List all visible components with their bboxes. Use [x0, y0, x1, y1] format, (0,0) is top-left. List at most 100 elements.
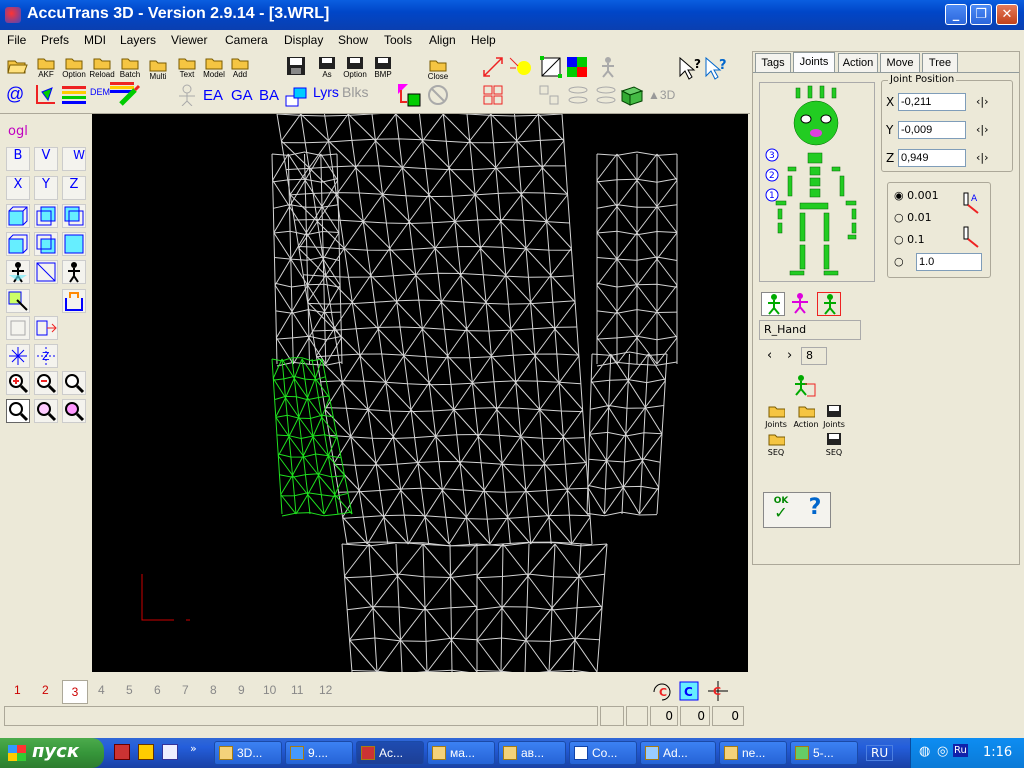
menu-help[interactable]: Help [471, 33, 496, 47]
view-cube-3-button[interactable] [62, 204, 86, 228]
volume-icon[interactable]: ◍ [919, 744, 930, 759]
save-bmp-button[interactable]: BMP [371, 56, 395, 79]
view-cube-5-button[interactable] [34, 232, 58, 256]
minimize-button[interactable]: _ [945, 4, 967, 25]
rotate-y-button[interactable]: Y [34, 176, 58, 200]
step-0001-radio[interactable]: ◉ 0.001 [894, 189, 939, 202]
model-button[interactable]: Model [200, 56, 228, 79]
color-select-button[interactable] [396, 82, 422, 110]
save-seq-button[interactable]: SEQ [819, 432, 849, 457]
task-9[interactable]: 9.... [285, 741, 353, 765]
load-action-button[interactable]: Action [791, 404, 821, 429]
view-cube-7-button[interactable] [34, 260, 58, 284]
context-help-button[interactable]: ? [704, 56, 730, 82]
next-joint-button[interactable]: › [787, 348, 792, 363]
x-stepper[interactable]: ‹|› [976, 95, 989, 108]
frame-6[interactable]: 6 [154, 683, 161, 697]
task-accutrans[interactable]: Ac... [356, 741, 424, 765]
rotate-w-button[interactable]: W [62, 147, 86, 171]
menu-camera[interactable]: Camera [225, 33, 268, 47]
view-cube-4-button[interactable] [6, 232, 30, 256]
joint-z-input[interactable] [898, 149, 966, 167]
task-5[interactable]: 5-... [790, 741, 858, 765]
blks-button[interactable]: Blks [342, 84, 368, 100]
frame-12[interactable]: 12 [319, 683, 332, 697]
green-cube-button[interactable] [620, 83, 646, 109]
open-option-button[interactable]: Option [60, 56, 88, 79]
tab-move[interactable]: Move [880, 53, 920, 72]
start-button[interactable]: пуск [0, 738, 104, 768]
ga-button[interactable]: GA [231, 87, 253, 104]
axis-x-button[interactable] [6, 344, 30, 368]
step-001-radio[interactable]: ○ 0.01 [894, 211, 932, 224]
prev-joint-button[interactable]: ‹ [767, 348, 772, 363]
box-arrow-button[interactable] [34, 316, 58, 340]
zoom-pink-1-button[interactable] [34, 399, 58, 423]
tab-joints[interactable]: Joints [793, 52, 835, 73]
ea-button[interactable]: EA [203, 87, 223, 104]
tab-tree[interactable]: Tree [922, 53, 958, 72]
multi-button[interactable]: Multi [145, 58, 171, 81]
save-as-button[interactable]: As [314, 56, 340, 79]
figure-anim-button[interactable] [596, 56, 618, 80]
open-akf-button[interactable]: AKF [34, 56, 58, 79]
frame-11[interactable]: 11 [291, 683, 303, 697]
quick-launch-icon-3[interactable] [162, 744, 178, 760]
task-co[interactable]: Co... [569, 741, 637, 765]
y-stepper[interactable]: ‹|› [976, 123, 989, 136]
lyrs-button[interactable]: Lyrs [313, 84, 339, 100]
frame-7[interactable]: 7 [182, 683, 189, 697]
joint-index-field[interactable]: 8 [801, 347, 827, 365]
help-button[interactable]: ? [802, 495, 828, 523]
step-01-radio[interactable]: ○ 0.1 [894, 233, 925, 246]
step-custom-radio[interactable]: ○ [894, 255, 904, 268]
move-light-button[interactable] [508, 56, 534, 80]
view-cube-1-button[interactable] [6, 204, 30, 228]
menu-layers[interactable]: Layers [120, 33, 156, 47]
rotate-b-button[interactable]: B [6, 147, 30, 171]
menu-prefs[interactable]: Prefs [41, 33, 69, 47]
rotate-x-button[interactable]: X [6, 176, 30, 200]
axis-z-button[interactable]: Z [34, 344, 58, 368]
zoom-out-button[interactable] [34, 371, 58, 395]
zoom-window-button[interactable] [6, 399, 30, 423]
joint-name-field[interactable]: R_Hand [759, 320, 861, 340]
ba-button[interactable]: BA [259, 87, 279, 104]
tab-action[interactable]: Action [838, 53, 878, 72]
at-button[interactable]: @ [6, 84, 24, 105]
rotate-v-button[interactable]: V [34, 147, 58, 171]
axes-color-button[interactable] [34, 82, 58, 108]
z-stepper[interactable]: ‹|› [976, 151, 989, 164]
joint-x-input[interactable] [898, 93, 966, 111]
menu-display[interactable]: Display [284, 33, 323, 47]
menu-tools[interactable]: Tools [384, 33, 412, 47]
view-figure-1-button[interactable] [6, 260, 30, 284]
joint-y-input[interactable] [898, 121, 966, 139]
quick-launch-icon-1[interactable] [114, 744, 130, 760]
task-ma[interactable]: ма... [427, 741, 495, 765]
3d-viewport[interactable] [92, 114, 748, 672]
layers-color-button[interactable] [62, 84, 86, 106]
view-figure-2-button[interactable] [62, 260, 86, 284]
close-button[interactable]: ✕ [996, 4, 1018, 25]
view-cube-6-button[interactable] [62, 232, 86, 256]
move-c-button[interactable]: C [706, 680, 730, 705]
menu-viewer[interactable]: Viewer [171, 33, 207, 47]
ghost-transform-button[interactable] [6, 316, 30, 340]
color-box-button[interactable] [566, 56, 590, 80]
task-av[interactable]: ав... [498, 741, 566, 765]
frame-5[interactable]: 5 [126, 683, 133, 697]
tray-language[interactable]: Ru [953, 744, 968, 757]
wireframe-model[interactable] [92, 114, 748, 672]
bounding-box-button[interactable] [540, 56, 562, 80]
terrain-3d-button[interactable]: ▲3D [648, 88, 675, 102]
task-ne[interactable]: ne... [719, 741, 787, 765]
mode-a-button[interactable]: A [962, 191, 982, 218]
frame-4[interactable]: 4 [98, 683, 105, 697]
menu-file[interactable]: File [7, 33, 26, 47]
language-indicator[interactable]: RU [866, 745, 894, 761]
task-3d[interactable]: 3D... [214, 741, 282, 765]
load-joints-button[interactable]: Joints [761, 404, 791, 429]
skeleton-picker[interactable]: 3 2 1 [759, 82, 875, 282]
tab-tags[interactable]: Tags [755, 53, 791, 72]
